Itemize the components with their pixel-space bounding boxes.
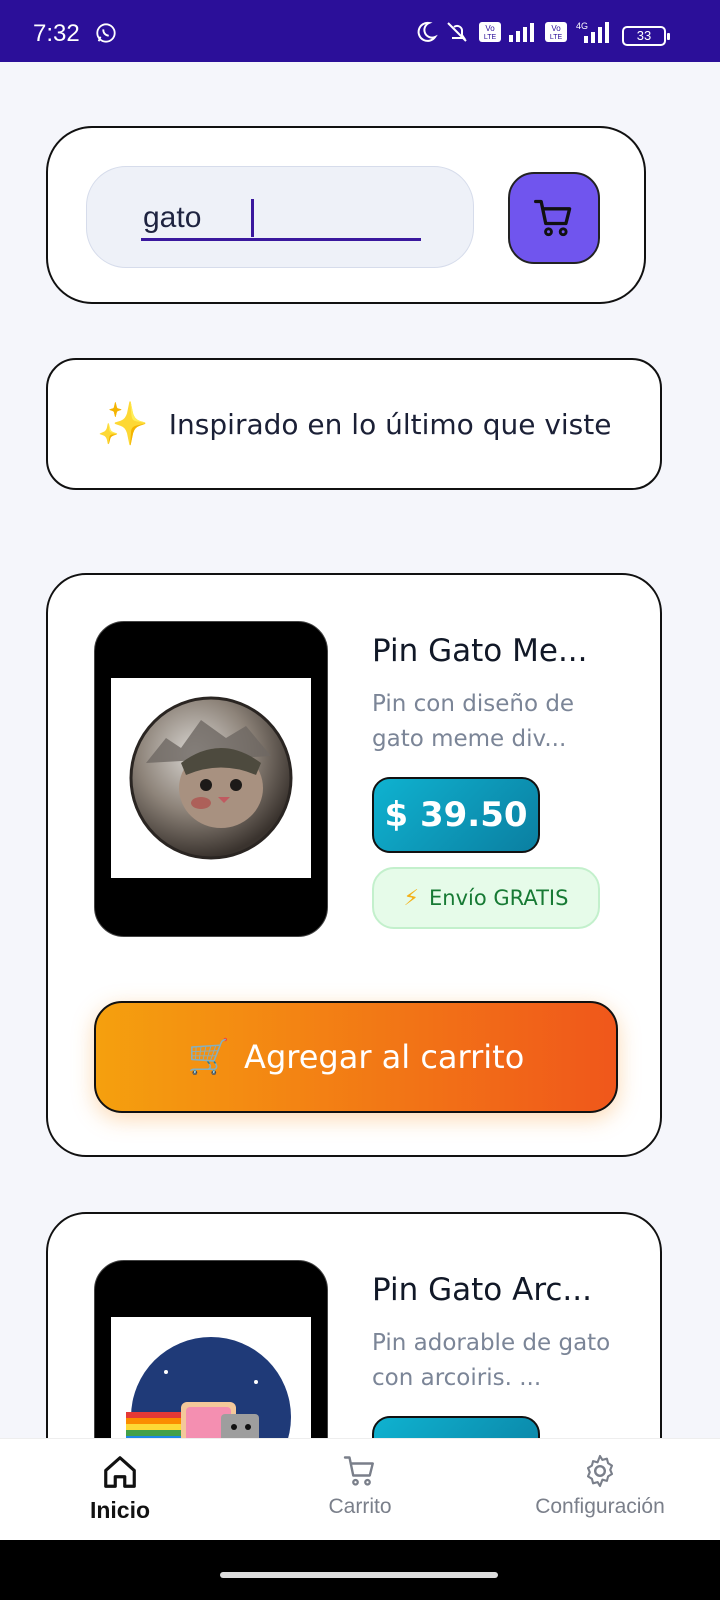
nav-item-inicio[interactable]: Inicio [0, 1439, 240, 1540]
product-description: Pin adorable de gato con arcoiris. ... [372, 1330, 611, 1391]
product-title[interactable]: Pin Gato Arc... [372, 1272, 592, 1308]
search-field[interactable]: gato [86, 166, 474, 268]
signal-4g-icon: 4G [576, 21, 609, 43]
banner-text: Inspirado en lo último que viste [168, 407, 612, 441]
shipping-label: Envío GRATIS [428, 886, 569, 910]
nav-label: Inicio [89, 1497, 151, 1523]
add-to-cart-button[interactable]: 🛒 Agregar al carrito [94, 1001, 618, 1113]
svg-text:Vo: Vo [551, 24, 561, 33]
free-shipping-badge: ⚡ Envío GRATIS [372, 867, 600, 929]
inspired-banner: ✨ Inspirado en lo último que viste [46, 358, 662, 490]
cart-icon [534, 199, 572, 237]
nav-label: Configuración [535, 1495, 665, 1518]
status-icons: Vo LTE Vo LTE 4G [414, 20, 610, 44]
nav-item-carrito[interactable]: Carrito [240, 1439, 480, 1540]
home-gesture-handle[interactable] [220, 1572, 498, 1578]
product-title[interactable]: Pin Gato Me... [372, 633, 588, 669]
volte-icon-2: VoLTE [545, 22, 567, 42]
svg-text:LTE: LTE [550, 34, 563, 41]
status-time: 7:32 [33, 20, 80, 47]
nav-item-configuracion[interactable]: Configuración [480, 1439, 720, 1540]
search-input-value: gato [143, 201, 202, 234]
shopping-cart-icon: 🛒 [187, 1037, 231, 1077]
product-description: Pin con diseño de gato meme div... [372, 691, 575, 752]
whatsapp-icon [96, 23, 116, 43]
gear-icon [586, 1454, 614, 1488]
svg-text:LTE: LTE [484, 34, 497, 41]
product-image[interactable] [94, 621, 328, 937]
home-icon [104, 1456, 136, 1488]
svg-text:4G: 4G [576, 21, 588, 31]
status-bar: 7:32 Vo LTE Vo LTE 4G 33 [0, 0, 720, 62]
battery-icon: 33 [622, 26, 670, 46]
volte-icon: VoLTE [479, 22, 501, 42]
moon-icon [417, 21, 438, 42]
text-cursor [251, 199, 254, 237]
cart-button[interactable] [508, 172, 600, 264]
mute-icon [447, 22, 467, 42]
system-gesture-bar [0, 1540, 720, 1600]
search-card: gato [46, 126, 646, 304]
svg-text:Vo: Vo [485, 24, 495, 33]
lightning-icon: ⚡ [403, 885, 419, 911]
nav-label: Carrito [328, 1495, 392, 1518]
signal-icon [509, 23, 534, 42]
product-image-frame [111, 678, 311, 878]
cart-icon [343, 1456, 374, 1486]
bottom-navigation: Inicio Carrito Configuración [0, 1438, 720, 1540]
cat-meme-pin-image [129, 696, 293, 860]
search-input[interactable]: gato [141, 197, 421, 241]
price-badge: $ 39.50 [372, 777, 540, 853]
product-card[interactable]: Pin Gato Me... Pin con diseño de gato me… [46, 573, 662, 1157]
add-to-cart-label: Agregar al carrito [244, 1038, 525, 1076]
sparkles-icon: ✨ [96, 399, 149, 448]
